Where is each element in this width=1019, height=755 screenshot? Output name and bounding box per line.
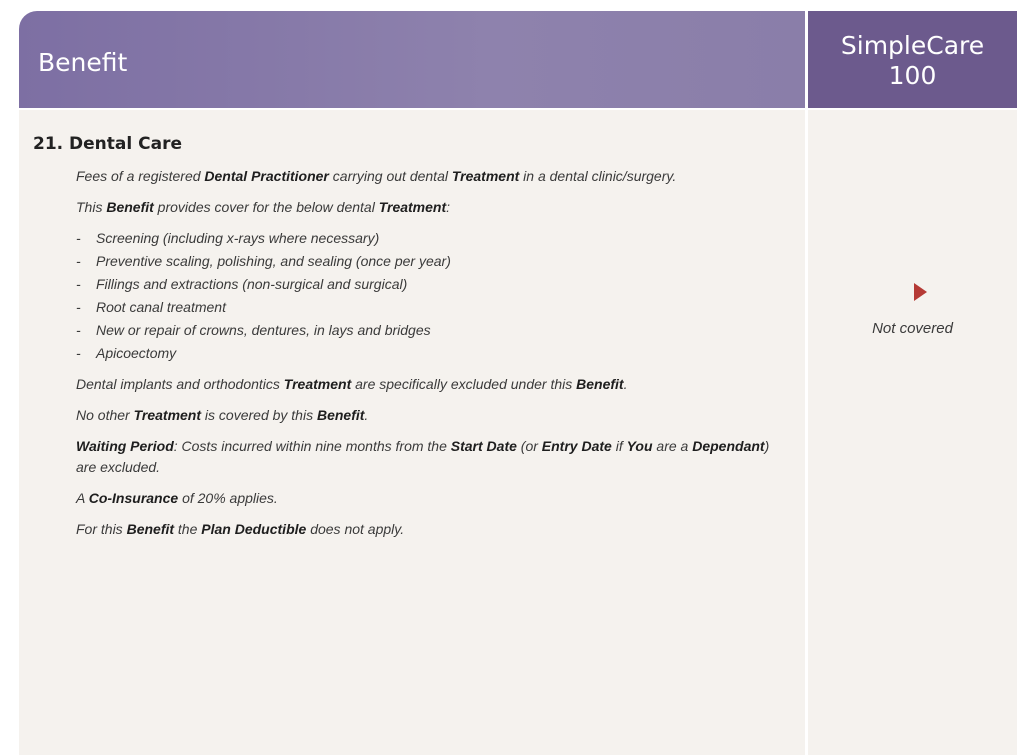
no-other-paragraph: No other Treatment is covered by this Be…	[76, 405, 786, 426]
list-item-text: Preventive scaling, polishing, and seali…	[96, 253, 451, 269]
text-run: provides cover for the below dental	[153, 199, 379, 215]
list-item-text: Screening (including x-rays where necess…	[96, 230, 380, 246]
defined-term: Waiting Period	[76, 438, 174, 454]
list-item: - Screening (including x-rays where neces…	[76, 228, 786, 249]
text-run: are a	[652, 438, 693, 454]
list-dash: -	[76, 345, 81, 361]
intro-paragraph: Fees of a registered Dental Practitioner…	[76, 166, 786, 187]
defined-term: Treatment	[133, 407, 202, 423]
plan-number: 100	[888, 60, 937, 90]
text-run: A	[76, 490, 89, 506]
list-item-text: New or repair of crowns, dentures, in la…	[96, 322, 431, 338]
list-dash: -	[76, 276, 81, 292]
text-run: of 20% applies.	[178, 490, 278, 506]
text-run: No other	[76, 407, 134, 423]
text-run: .	[623, 376, 628, 392]
text-run: is covered by this	[201, 407, 317, 423]
exclusion-paragraph: Dental implants and orthodontics Treatme…	[76, 374, 786, 395]
covered-treatments-list: - Screening (including x-rays where neces…	[76, 228, 786, 364]
text-run: the	[174, 521, 202, 537]
benefit-description: Fees of a registered Dental Practitioner…	[76, 166, 786, 550]
waiting-period-paragraph: Waiting Period: Costs incurred within ni…	[76, 436, 786, 478]
benefit-description-cell: 21. Dental Care Fees of a registered Den…	[19, 110, 805, 755]
text-run: carrying out dental	[328, 168, 452, 184]
defined-term: Treatment	[378, 199, 447, 215]
text-run: are specifically excluded under this	[351, 376, 577, 392]
list-item-text: Fillings and extractions (non-surgical a…	[96, 276, 408, 292]
text-run: : Costs incurred within nine months from…	[173, 438, 451, 454]
list-dash: -	[76, 230, 81, 246]
list-item: - Fillings and extractions (non-surgical …	[76, 274, 786, 295]
defined-term: Co-Insurance	[88, 490, 179, 506]
list-dash: -	[76, 322, 81, 338]
coverage-status: Not covered	[872, 320, 953, 337]
text-run: does not apply.	[306, 521, 405, 537]
list-item: - New or repair of crowns, dentures, in l…	[76, 320, 786, 341]
plan-column-header: SimpleCare 100	[808, 11, 1017, 108]
benefit-column-header: Benefit	[19, 11, 805, 108]
plan-name: SimpleCare	[840, 30, 985, 60]
list-item-text: Apicoectomy	[96, 345, 177, 361]
defined-term: Benefit	[106, 199, 154, 215]
coinsurance-paragraph: A Co-Insurance of 20% applies.	[76, 488, 786, 509]
text-run: .	[364, 407, 369, 423]
defined-term: You	[626, 438, 653, 454]
triangle-right-icon	[914, 283, 927, 301]
list-dash: -	[76, 253, 81, 269]
benefit-table: Benefit SimpleCare 100 21. Dental Care F…	[19, 11, 1017, 755]
defined-term: Plan Deductible	[201, 521, 307, 537]
list-item: - Apicoectomy	[76, 343, 786, 364]
defined-term: Treatment	[451, 168, 520, 184]
list-item: - Preventive scaling, polishing, and seal…	[76, 251, 786, 272]
text-run: if	[611, 438, 627, 454]
table-body-row: 21. Dental Care Fees of a registered Den…	[19, 110, 1017, 755]
list-dash: -	[76, 299, 81, 315]
text-run: (or	[516, 438, 542, 454]
defined-term: Treatment	[283, 376, 352, 392]
text-run: :	[446, 199, 451, 215]
list-item-text: Root canal treatment	[96, 299, 226, 315]
list-item: - Root canal treatment	[76, 297, 786, 318]
defined-term: Benefit	[316, 407, 365, 423]
text-run: in a dental clinic/surgery.	[519, 168, 677, 184]
defined-term: Benefit	[126, 521, 175, 537]
deductible-paragraph: For this Benefit the Plan Deductible doe…	[76, 519, 786, 540]
defined-term: Benefit	[576, 376, 624, 392]
text-run: This	[76, 199, 107, 215]
defined-term: Dependant	[692, 438, 765, 454]
text-run: Dental implants and orthodontics	[76, 376, 284, 392]
defined-term: Entry Date	[541, 438, 612, 454]
plan-coverage-cell: Not covered	[808, 110, 1017, 755]
defined-term: Dental Practitioner	[204, 168, 329, 184]
text-run: Fees of a registered	[76, 168, 205, 184]
cover-paragraph: This Benefit provides cover for the belo…	[76, 197, 786, 218]
table-header-row: Benefit SimpleCare 100	[19, 11, 1017, 108]
section-title: 21. Dental Care	[33, 134, 182, 154]
benefit-header-label: Benefit	[38, 48, 128, 77]
text-run: For this	[76, 521, 127, 537]
defined-term: Start Date	[450, 438, 517, 454]
